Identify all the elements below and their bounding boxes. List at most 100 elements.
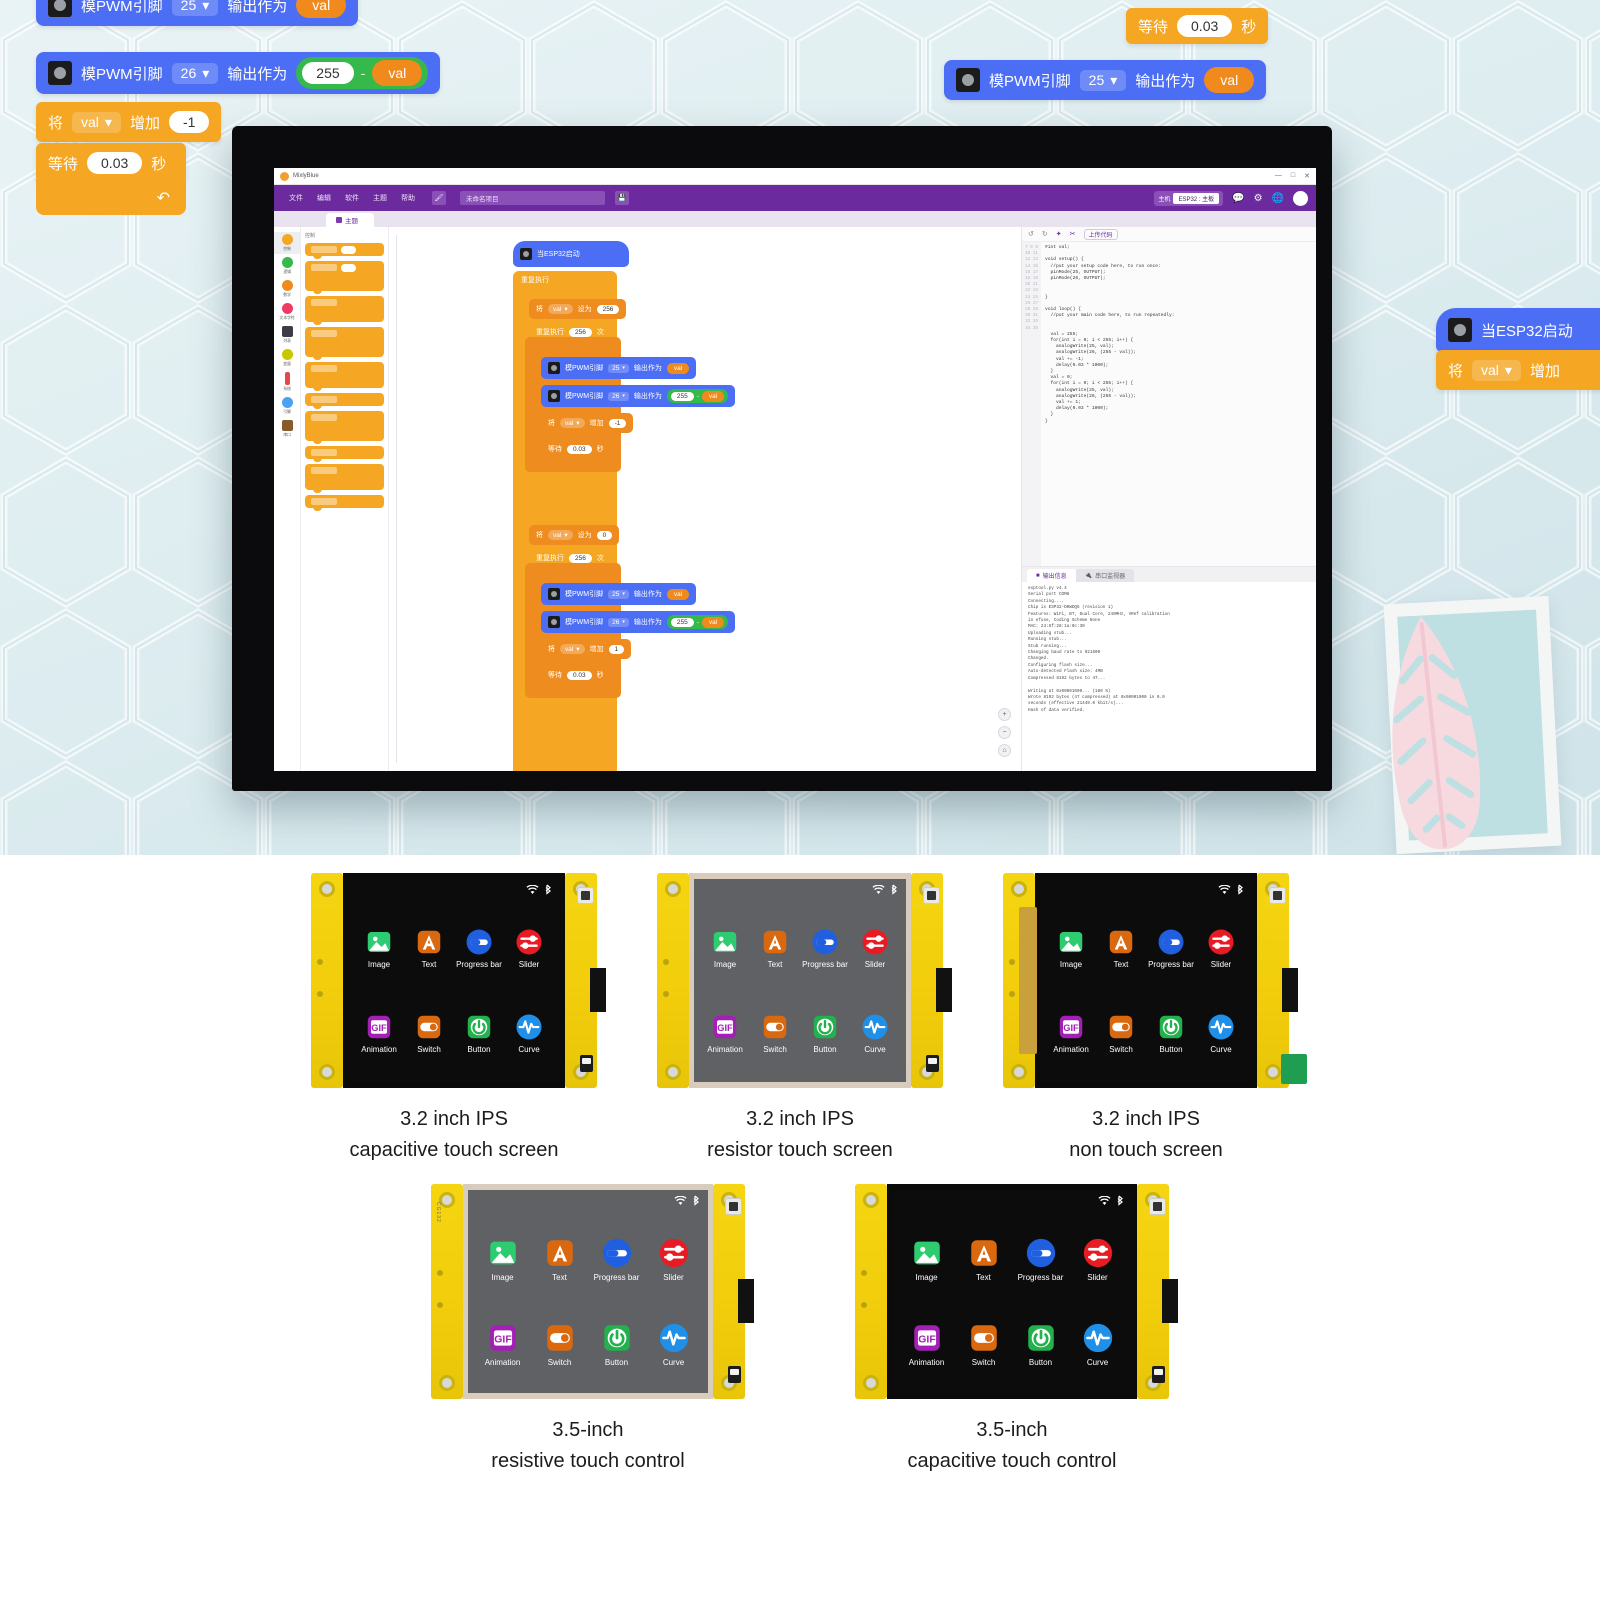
image-icon[interactable]	[1056, 927, 1086, 957]
text-a-icon[interactable]	[414, 927, 444, 957]
app-cell[interactable]: Curve	[504, 991, 554, 1077]
image-icon[interactable]	[910, 1236, 944, 1270]
set-var-dropdown[interactable]: val ▾	[548, 530, 573, 540]
switch-icon[interactable]	[1106, 1012, 1136, 1042]
repeat-count[interactable]: 256	[569, 327, 592, 337]
gear-icon[interactable]: ⚙	[1254, 193, 1263, 204]
change-amount[interactable]: 1	[608, 644, 625, 654]
app-cell[interactable]: Image	[1046, 905, 1096, 991]
app-cell[interactable]: Slider	[850, 905, 900, 991]
pwm-green-number[interactable]: 255	[670, 391, 694, 401]
app-cell[interactable]: Progress bar	[454, 905, 504, 991]
gif-icon[interactable]: GIF	[710, 1012, 740, 1042]
palette-block[interactable]	[305, 362, 384, 391]
progress-icon[interactable]	[1024, 1236, 1058, 1270]
category-variable[interactable]: 变量	[274, 347, 300, 369]
app-cell[interactable]: Curve	[850, 991, 900, 1077]
pwm-pin-dropdown[interactable]: 25 ▾	[608, 363, 629, 373]
menu-edit[interactable]: 编辑	[310, 190, 338, 206]
progress-icon[interactable]	[600, 1236, 634, 1270]
block-palette[interactable]: 控制	[301, 227, 389, 771]
app-cell[interactable]: Text	[955, 1216, 1012, 1302]
chat-icon[interactable]: 💬	[1232, 193, 1244, 204]
app-cell[interactable]: Switch	[955, 1302, 1012, 1388]
palette-block[interactable]	[305, 243, 384, 259]
category-control[interactable]: 控制	[274, 232, 300, 254]
category-pin[interactable]: 引脚	[274, 395, 300, 417]
image-icon[interactable]	[710, 927, 740, 957]
power-icon[interactable]	[464, 1012, 494, 1042]
palette-block[interactable]	[305, 411, 384, 444]
wand-icon[interactable]: ✦	[1056, 230, 1062, 238]
code-editor[interactable]: 7 8 9 10 11 12 13 14 15 16 17 18 19 20 2…	[1022, 242, 1316, 566]
category-system[interactable]: 系统	[274, 370, 300, 394]
menu-software[interactable]: 软件	[338, 190, 366, 206]
change-amount[interactable]: -1	[608, 418, 627, 428]
image-icon[interactable]	[486, 1236, 520, 1270]
text-a-icon[interactable]	[760, 927, 790, 957]
app-cell[interactable]: Progress bar	[1146, 905, 1196, 991]
text-a-icon[interactable]	[1106, 927, 1136, 957]
palette-block[interactable]	[305, 464, 384, 493]
app-cell[interactable]: Switch	[750, 991, 800, 1077]
category-logic[interactable]: 逻辑	[274, 255, 300, 277]
waveform-icon[interactable]	[514, 1012, 544, 1042]
palette-block[interactable]	[305, 296, 384, 325]
app-cell[interactable]: GIF Animation	[474, 1302, 531, 1388]
redo-icon[interactable]: ↻	[1042, 230, 1048, 238]
wait-value[interactable]: 0.03	[567, 670, 592, 680]
floating-pwmr-pin[interactable]: 25 ▾	[1079, 69, 1127, 91]
app-cell[interactable]: Text	[404, 905, 454, 991]
block-wait-b[interactable]: 等待 0.03 秒	[541, 665, 611, 685]
block-set-val-0[interactable]: 将 val ▾ 设为 0	[529, 525, 620, 545]
app-cell[interactable]: Button	[1146, 991, 1196, 1077]
block-change-val-minus1[interactable]: 将 val ▾ 增加 -1	[541, 413, 634, 433]
undo-icon[interactable]: ↺	[1028, 230, 1034, 238]
app-cell[interactable]: Text	[531, 1216, 588, 1302]
image-icon[interactable]	[364, 927, 394, 957]
app-cell[interactable]: Text	[1096, 905, 1146, 991]
category-math[interactable]: 数学	[274, 278, 300, 300]
app-cell[interactable]: Progress bar	[588, 1216, 645, 1302]
switch-icon[interactable]	[543, 1321, 577, 1355]
tab-output-info[interactable]: ■ 输出信息	[1027, 569, 1076, 582]
app-cell[interactable]: Switch	[1096, 991, 1146, 1077]
pwm-pin-dropdown[interactable]: 25 ▾	[608, 589, 629, 599]
pwm-green-number[interactable]: 255	[670, 617, 694, 627]
slider-icon[interactable]	[657, 1236, 691, 1270]
block-wait-a[interactable]: 等待 0.03 秒	[541, 439, 611, 459]
maximize-button[interactable]: □	[1291, 172, 1295, 180]
app-cell[interactable]: Image	[898, 1216, 955, 1302]
gif-icon[interactable]: GIF	[910, 1321, 944, 1355]
set-var-dropdown[interactable]: val ▾	[548, 304, 573, 314]
floating-rchange-var[interactable]: val ▾	[1472, 359, 1521, 381]
app-cell[interactable]: Image	[700, 905, 750, 991]
switch-icon[interactable]	[967, 1321, 1001, 1355]
slider-icon[interactable]	[1081, 1236, 1115, 1270]
gif-icon[interactable]: GIF	[364, 1012, 394, 1042]
waveform-icon[interactable]	[1081, 1321, 1115, 1355]
menu-help[interactable]: 帮助	[394, 190, 422, 206]
category-text[interactable]: 文本字符	[274, 301, 300, 323]
text-a-icon[interactable]	[543, 1236, 577, 1270]
floating-wait-val[interactable]: 0.03	[87, 152, 143, 174]
app-cell[interactable]: GIF Animation	[1046, 991, 1096, 1077]
zoom-in-button[interactable]: +	[998, 708, 1011, 721]
app-cell[interactable]: Slider	[1196, 905, 1246, 991]
repeat-count[interactable]: 256	[569, 553, 592, 563]
block-pwm-25-a[interactable]: 模PWM引脚 25 ▾ 输出作为 val	[541, 357, 697, 379]
floating-pwm26-pin[interactable]: 26 ▾	[171, 62, 219, 84]
app-cell[interactable]: Curve	[645, 1302, 702, 1388]
scissors-icon[interactable]: ✂	[1070, 230, 1076, 238]
slider-icon[interactable]	[860, 927, 890, 957]
set-val-number-zero[interactable]: 0	[596, 530, 613, 540]
slider-icon[interactable]	[514, 927, 544, 957]
app-cell[interactable]: GIF Animation	[898, 1302, 955, 1388]
pwm-pin-dropdown[interactable]: 26 ▾	[608, 391, 629, 401]
tab-main[interactable]: 主题	[326, 213, 374, 227]
app-cell[interactable]: Slider	[504, 905, 554, 991]
block-change-val-plus1[interactable]: 将 val ▾ 增加 1	[541, 639, 632, 659]
block-repeat-256-b[interactable]: 重复执行 256 次	[529, 553, 611, 563]
power-icon[interactable]	[1024, 1321, 1058, 1355]
pwm-pin-dropdown[interactable]: 26 ▾	[608, 617, 629, 627]
